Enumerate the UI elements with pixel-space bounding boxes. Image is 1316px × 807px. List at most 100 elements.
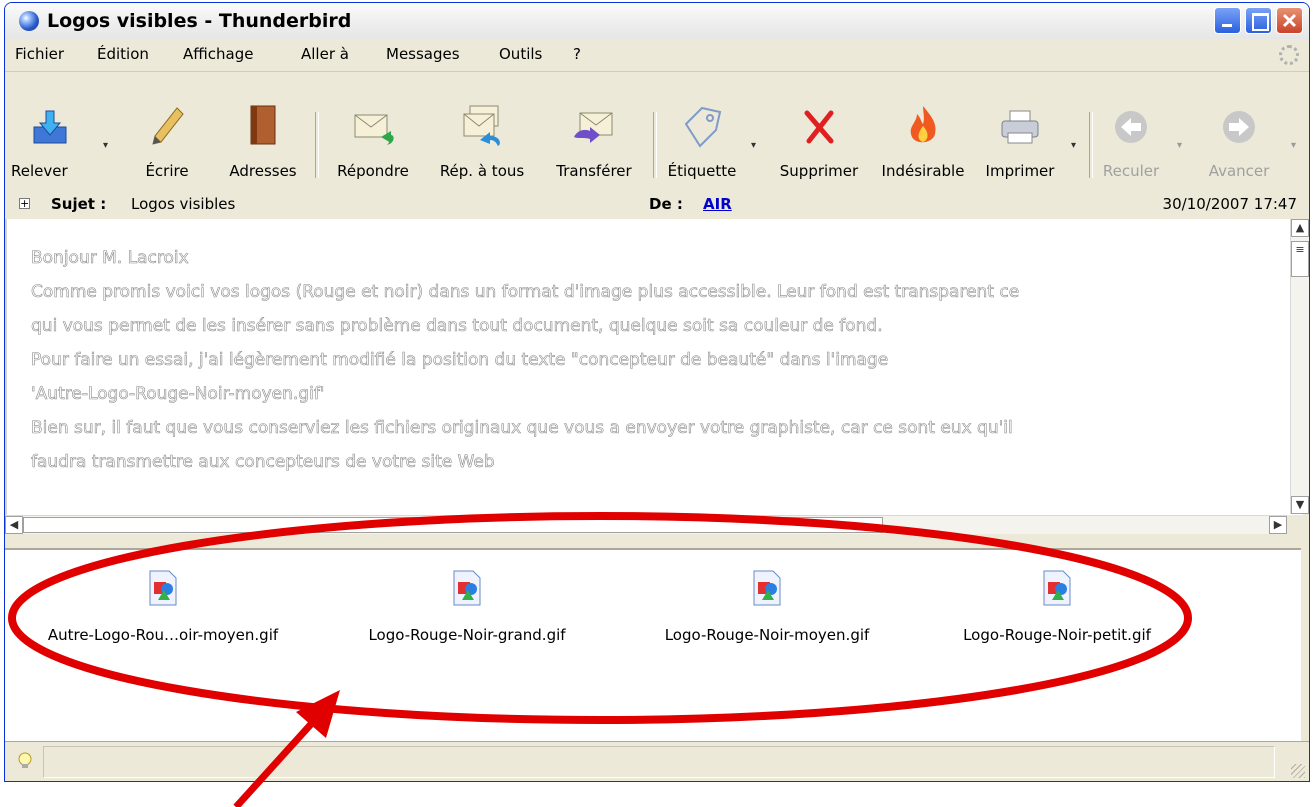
reply-all-button[interactable]: Rép. à tous [423,74,541,180]
forward-nav-dropdown-icon[interactable]: ▾ [1291,140,1296,151]
write-button[interactable]: Écrire [121,74,213,180]
subject-label: Sujet : [51,195,107,213]
attachment-item[interactable]: Autre-Logo-Rou…oir-moyen.gif [33,570,293,650]
attachment-item[interactable]: Logo-Rouge-Noir-petit.gif [927,570,1187,650]
print-label: Imprimer [985,162,1055,180]
menu-aide[interactable]: ? [573,45,581,63]
attachment-name: Autre-Logo-Rou…oir-moyen.gif [47,626,279,644]
scroll-left-icon[interactable]: ◀ [5,516,23,534]
back-button[interactable]: Reculer [1093,74,1169,180]
gif-file-icon [453,570,481,606]
tag-button[interactable]: Étiquette [657,74,747,180]
lightbulb-icon [18,752,32,768]
body-line: Bonjour M. Lacroix [31,248,189,269]
body-line: Bien sur, il faut que vous conserviez le… [31,418,1013,439]
print-button[interactable]: Imprimer [975,74,1065,180]
flame-icon [910,106,936,143]
body-line: Pour faire un essai, j'ai légèrement mod… [31,350,889,371]
body-line: 'Autre-Logo-Rouge-Noir-moyen.gif' [31,384,325,405]
back-label: Reculer [1102,162,1160,180]
attachment-name: Logo-Rouge-Noir-moyen.gif [664,626,870,644]
reply-icon [354,114,394,145]
reply-all-icon [463,105,500,146]
attachment-name: Logo-Rouge-Noir-grand.gif [368,626,566,644]
get-mail-dropdown-icon[interactable]: ▾ [103,140,108,151]
thunderbird-app-icon [19,11,39,31]
message-date: 30/10/2007 17:47 [1162,195,1297,213]
menu-outils[interactable]: Outils [499,45,542,63]
expand-header-icon[interactable]: + [19,198,30,209]
toolbar-separator [315,112,319,178]
message-body[interactable]: Bonjour M. Lacroix Comme promis voici vo… [5,219,1303,515]
activity-throbber-icon [1279,45,1299,65]
menu-messages[interactable]: Messages [386,45,460,63]
forward-nav-button[interactable]: Avancer [1195,74,1283,180]
maximize-icon [1252,13,1269,31]
menu-aller-a[interactable]: Aller à [301,45,349,63]
subject-value: Logos visibles [131,195,236,213]
address-book-button[interactable]: Adresses [217,74,309,180]
forward-label: Transférer [556,162,632,180]
attachment-item[interactable]: Logo-Rouge-Noir-grand.gif [337,570,597,650]
vertical-scrollbar[interactable]: ▲ ≡ ▼ [1290,219,1309,514]
get-mail-label: Relever [11,162,68,180]
body-line: qui vous permet de les insérer sans prob… [31,316,883,337]
scroll-right-icon[interactable]: ▶ [1269,516,1287,534]
address-book-icon [250,105,276,145]
scroll-down-icon[interactable]: ▼ [1291,496,1309,514]
vertical-scroll-thumb[interactable]: ≡ [1291,241,1309,277]
delete-x-icon [804,110,834,144]
reply-label: Répondre [337,162,409,180]
delete-label: Supprimer [779,162,859,180]
attachment-pane: Autre-Logo-Rou…oir-moyen.gif Logo-Rouge-… [5,548,1301,742]
print-dropdown-icon[interactable]: ▾ [1071,140,1076,151]
forward-nav-label: Avancer [1208,162,1270,180]
attachment-name: Logo-Rouge-Noir-petit.gif [963,626,1151,644]
forward-button[interactable]: Transférer [541,74,647,180]
gif-file-icon [149,570,177,606]
title-bar[interactable]: Logos visibles - Thunderbird [5,3,1309,40]
write-label: Écrire [145,162,189,180]
menu-bar: Fichier Édition Affichage Aller à Messag… [5,39,1309,72]
horizontal-scrollbar[interactable]: ◀ ▶ [5,515,1287,534]
gif-file-icon [1043,570,1071,606]
status-bar [5,741,1309,781]
pencil-icon [152,107,184,145]
back-arrow-icon [1115,111,1147,143]
junk-label: Indésirable [881,162,965,180]
message-text: Bonjour M. Lacroix Comme promis voici vo… [31,241,1271,479]
resize-grip-icon[interactable] [1291,764,1305,778]
reply-button[interactable]: Répondre [323,74,423,180]
tag-dropdown-icon[interactable]: ▾ [751,140,756,151]
window-title: Logos visibles - Thunderbird [47,10,352,32]
back-dropdown-icon[interactable]: ▾ [1177,140,1182,151]
from-link[interactable]: AIR [703,195,732,213]
forward-arrow-icon [1223,111,1255,143]
reply-all-label: Rép. à tous [439,162,525,180]
menu-affichage[interactable]: Affichage [183,45,253,63]
tag-icon [684,106,722,148]
junk-button[interactable]: Indésirable [871,74,975,180]
menu-edition[interactable]: Édition [97,45,149,63]
gif-file-icon [753,570,781,606]
minimize-icon [1222,24,1232,27]
main-toolbar: Relever ▾ Écrire Adresses Répondre Rép. … [5,72,1309,191]
attachment-item[interactable]: Logo-Rouge-Noir-moyen.gif [637,570,897,650]
horizontal-scroll-thumb[interactable] [23,517,883,533]
forward-icon [574,112,613,143]
maximize-button[interactable] [1245,7,1272,34]
body-line: faudra transmettre aux concepteurs de vo… [31,452,495,473]
from-label: De : [649,195,683,213]
minimize-button[interactable] [1214,7,1241,34]
printer-icon [1001,110,1039,144]
scroll-up-icon[interactable]: ▲ [1291,219,1309,237]
menu-fichier[interactable]: Fichier [15,45,64,63]
tag-label: Étiquette [667,162,737,180]
body-line: Comme promis voici vos logos (Rouge et n… [31,282,1020,303]
address-book-label: Adresses [229,162,297,180]
delete-button[interactable]: Supprimer [767,74,871,180]
get-mail-button[interactable]: Relever [7,74,93,180]
close-button[interactable] [1276,7,1303,34]
status-text-panel [43,746,1275,778]
message-header: + Sujet : Logos visibles De : AIR 30/10/… [5,190,1309,220]
